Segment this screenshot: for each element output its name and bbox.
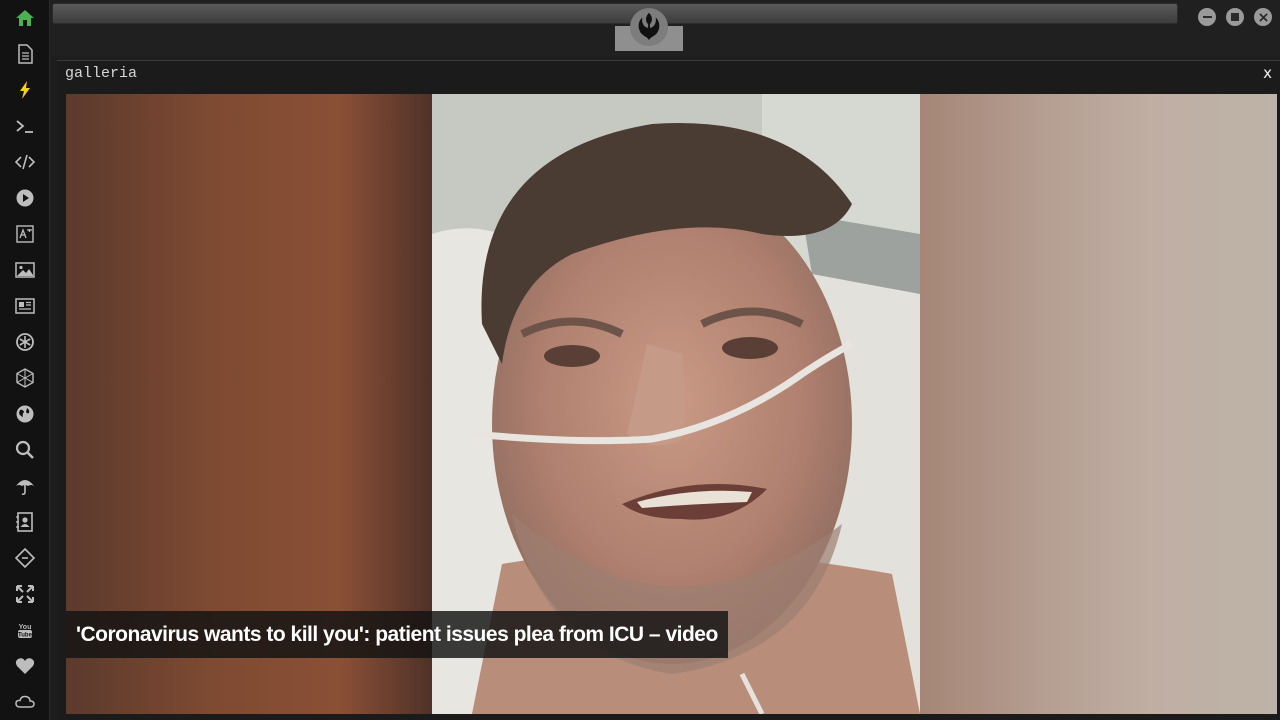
- video-caption: 'Coronavirus wants to kill you': patient…: [66, 611, 728, 658]
- close-window-button[interactable]: [1254, 8, 1272, 26]
- play-icon[interactable]: [13, 186, 37, 210]
- youtube-icon[interactable]: You Tube: [13, 618, 37, 642]
- terminal-icon[interactable]: [13, 114, 37, 138]
- address-bar[interactable]: [52, 3, 1178, 24]
- lightning-icon[interactable]: [13, 78, 37, 102]
- blurred-backdrop-right: [920, 94, 1277, 714]
- galleria-window: galleria x 'Coronavirus wants to kill yo…: [57, 60, 1280, 720]
- rebel-alliance-icon[interactable]: [630, 8, 668, 46]
- globe-icon[interactable]: [13, 402, 37, 426]
- image-icon[interactable]: [13, 258, 37, 282]
- window-title: galleria: [65, 65, 138, 82]
- heart-icon[interactable]: [13, 654, 37, 678]
- code-icon[interactable]: [13, 150, 37, 174]
- umbrella-icon[interactable]: [13, 474, 37, 498]
- git-icon[interactable]: [13, 546, 37, 570]
- top-bar: [50, 0, 1280, 56]
- window-close-button[interactable]: x: [1263, 64, 1272, 82]
- openai-icon[interactable]: [13, 330, 37, 354]
- translate-icon[interactable]: [13, 222, 37, 246]
- document-icon[interactable]: [13, 42, 37, 66]
- maximize-button[interactable]: [1226, 8, 1244, 26]
- minimize-button[interactable]: [1198, 8, 1216, 26]
- network-icon[interactable]: [13, 366, 37, 390]
- gallery-viewer[interactable]: 'Coronavirus wants to kill you': patient…: [66, 94, 1277, 714]
- search-icon[interactable]: [13, 438, 37, 462]
- home-icon[interactable]: [13, 6, 37, 30]
- svg-text:Tube: Tube: [18, 633, 33, 639]
- contacts-icon[interactable]: [13, 510, 37, 534]
- sidebar: You Tube: [0, 0, 50, 720]
- newspaper-icon[interactable]: [13, 294, 37, 318]
- svg-text:You: You: [19, 624, 32, 631]
- cloud-icon[interactable]: [13, 690, 37, 714]
- expand-icon[interactable]: [13, 582, 37, 606]
